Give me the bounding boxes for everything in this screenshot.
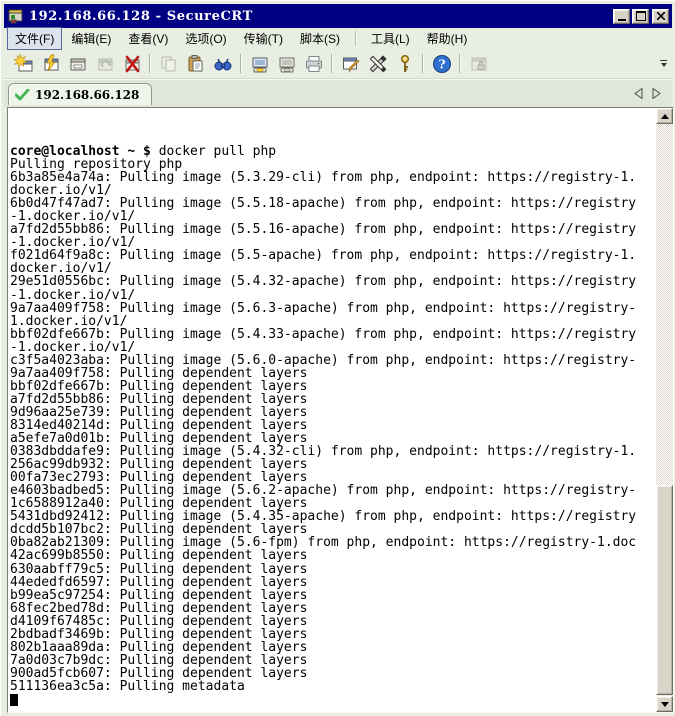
vertical-scrollbar[interactable] [656, 108, 673, 712]
scrollbar-track[interactable] [656, 124, 673, 696]
scroll-down-button[interactable] [656, 696, 673, 712]
menu-view[interactable]: 查看(V) [120, 27, 176, 50]
menu-help[interactable]: 帮助(H) [419, 27, 476, 50]
disconnect-icon[interactable] [119, 52, 144, 76]
paste-icon[interactable] [183, 52, 208, 76]
find-icon[interactable] [210, 52, 235, 76]
menu-edit[interactable]: 编辑(E) [63, 27, 119, 50]
toolbar-separator [149, 54, 151, 73]
reconnect-icon[interactable] [92, 52, 117, 76]
connected-check-icon [15, 89, 30, 101]
session-options-icon[interactable] [338, 52, 363, 76]
menu-separator [355, 31, 357, 46]
toolbar-overflow-button[interactable] [658, 56, 669, 70]
toolbar-overflow-icon [660, 60, 667, 61]
securecrt-window: 192.168.66.128 - SecureCRT 文件(F) 编辑(E) 查… [0, 0, 675, 716]
terminal[interactable]: core@localhost ~ $ docker pull phpPullin… [7, 107, 674, 713]
tab-scroll-left-button[interactable] [631, 86, 646, 101]
print-icon[interactable] [301, 52, 326, 76]
toolbar: ? [4, 49, 672, 79]
terminal-output: core@localhost ~ $ docker pull phpPullin… [10, 108, 654, 712]
help-icon[interactable]: ? [429, 52, 454, 76]
close-icon [657, 12, 665, 20]
quick-connect-icon[interactable] [38, 52, 63, 76]
toolbar-separator [422, 54, 424, 73]
connect-icon[interactable] [65, 52, 90, 76]
menu-script[interactable]: 脚本(S) [292, 27, 348, 50]
svg-text:?: ? [438, 57, 445, 71]
toolbar-separator [240, 54, 242, 73]
scroll-down-icon [661, 702, 669, 707]
menu-options[interactable]: 选项(O) [177, 27, 234, 50]
new-session-icon[interactable] [11, 52, 36, 76]
window-title: 192.168.66.128 - SecureCRT [29, 9, 611, 24]
scroll-up-button[interactable] [656, 108, 673, 124]
maximize-icon [636, 11, 646, 21]
tab-scroll-right-button[interactable] [649, 86, 664, 101]
toolbar-separator [331, 54, 333, 73]
log-session-icon[interactable] [247, 52, 272, 76]
session-tab-label: 192.168.66.128 [35, 88, 139, 102]
key-agent-icon[interactable] [392, 52, 417, 76]
tabbar: 192.168.66.128 [4, 79, 672, 107]
toolbar-separator [459, 54, 461, 73]
terminal-cursor [10, 694, 18, 706]
minimize-icon [618, 19, 626, 21]
close-button[interactable] [652, 9, 669, 24]
maximize-button[interactable] [632, 9, 649, 24]
global-options-icon[interactable] [365, 52, 390, 76]
scrollbar-thumb[interactable] [656, 485, 673, 695]
menubar: 文件(F) 编辑(E) 查看(V) 选项(O) 传输(T) 脚本(S) 工具(L… [4, 28, 672, 49]
copy-icon[interactable] [156, 52, 181, 76]
scroll-up-icon [661, 114, 669, 119]
app-icon [7, 7, 25, 25]
security-status-icon[interactable] [466, 52, 491, 76]
menu-transfer[interactable]: 传输(T) [236, 27, 291, 50]
titlebar: 192.168.66.128 - SecureCRT [4, 4, 672, 28]
menu-tools[interactable]: 工具(L) [363, 27, 418, 50]
raw-log-icon[interactable] [274, 52, 299, 76]
menu-file[interactable]: 文件(F) [7, 27, 62, 50]
minimize-button[interactable] [613, 9, 630, 24]
session-tab[interactable]: 192.168.66.128 [8, 83, 152, 105]
